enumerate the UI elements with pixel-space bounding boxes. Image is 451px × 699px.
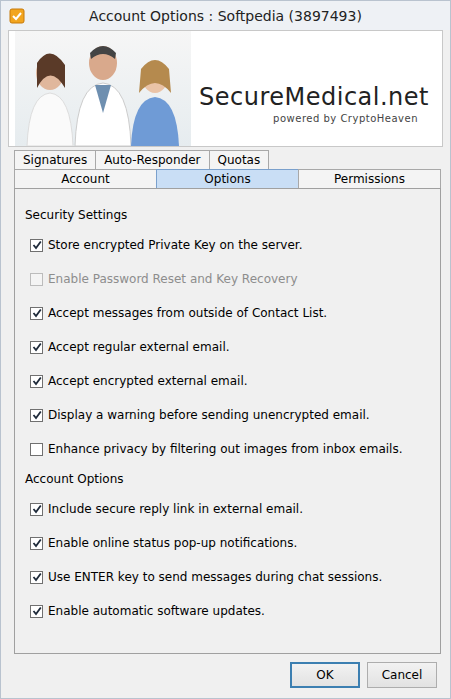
- banner: SecureMedical.net powered by CryptoHeaven: [8, 30, 443, 147]
- check-icon: [32, 240, 42, 250]
- checkbox-label: Accept encrypted external email.: [48, 374, 248, 388]
- check-icon: [32, 308, 42, 318]
- checkbox-label: Enable automatic software updates.: [48, 604, 265, 618]
- check-icon: [32, 572, 42, 582]
- checkbox-row[interactable]: Accept regular external email.: [25, 330, 430, 364]
- checkbox-label: Use ENTER key to send messages during ch…: [48, 570, 382, 584]
- window-title: Account Options : Softpedia (3897493): [25, 8, 450, 24]
- checkbox-row[interactable]: Enable online status pop-up notification…: [25, 526, 430, 560]
- check-icon: [32, 342, 42, 352]
- checkbox-label: Enable online status pop-up notification…: [48, 536, 297, 550]
- brand-logo: SecureMedical.net powered by CryptoHeaven: [191, 31, 442, 146]
- check-icon: [32, 606, 42, 616]
- checkbox-row[interactable]: Store encrypted Private Key on the serve…: [25, 228, 430, 262]
- dialog-window: Account Options : Softpedia (3897493) Sec…: [0, 0, 451, 699]
- checkbox-label: Accept messages from outside of Contact …: [48, 306, 327, 320]
- checkbox[interactable]: [30, 503, 43, 516]
- dialog-button[interactable]: OK: [290, 662, 360, 688]
- button-bar: OK Cancel: [8, 654, 443, 691]
- checkbox[interactable]: [30, 409, 43, 422]
- checkbox[interactable]: [30, 307, 43, 320]
- tab[interactable]: Signatures: [14, 150, 96, 169]
- tab[interactable]: Auto-Responder: [95, 150, 209, 169]
- tab[interactable]: Account: [14, 169, 157, 188]
- tab-row: SignaturesAuto-ResponderQuotas: [14, 150, 441, 169]
- checkbox[interactable]: [30, 571, 43, 584]
- checkbox-label: Enable Password Reset and Key Recovery: [48, 272, 298, 286]
- check-icon: [32, 504, 42, 514]
- checkbox-row[interactable]: Use ENTER key to send messages during ch…: [25, 560, 430, 594]
- check-icon: [32, 376, 42, 386]
- dialog-button[interactable]: Cancel: [367, 662, 437, 688]
- brand-name: SecureMedical.net: [199, 83, 432, 111]
- checkbox-label: Include secure reply link in external em…: [48, 502, 303, 516]
- checkbox[interactable]: [30, 375, 43, 388]
- checkbox-label: Enhance privacy by filtering out images …: [48, 442, 402, 456]
- checkbox-row: Enable Password Reset and Key Recovery: [25, 262, 430, 296]
- checkbox-row[interactable]: Enhance privacy by filtering out images …: [25, 432, 430, 466]
- checkbox-row[interactable]: Accept encrypted external email.: [25, 364, 430, 398]
- checkbox-label: Store encrypted Private Key on the serve…: [48, 238, 302, 252]
- tab[interactable]: Quotas: [209, 150, 270, 169]
- checkbox-label: Display a warning before sending unencry…: [48, 408, 370, 422]
- checkbox-row[interactable]: Accept messages from outside of Contact …: [25, 296, 430, 330]
- check-icon: [32, 410, 42, 420]
- checkbox[interactable]: [30, 537, 43, 550]
- title-bar: Account Options : Softpedia (3897493): [1, 1, 450, 30]
- checkbox-row[interactable]: Enable automatic software updates.: [25, 594, 430, 628]
- checkbox-row[interactable]: Display a warning before sending unencry…: [25, 398, 430, 432]
- section-header: Account Options: [25, 469, 430, 489]
- checkbox: [30, 273, 43, 286]
- checkbox-row[interactable]: Include secure reply link in external em…: [25, 492, 430, 526]
- section-header: Security Settings: [25, 205, 430, 225]
- staff-photo: [15, 31, 191, 146]
- brand-tagline: powered by CryptoHeaven: [199, 113, 432, 124]
- checkbox[interactable]: [30, 605, 43, 618]
- tab[interactable]: Permissions: [298, 169, 441, 188]
- checkbox[interactable]: [30, 341, 43, 354]
- checkbox[interactable]: [30, 443, 43, 456]
- client-area: SecureMedical.net powered by CryptoHeaven…: [8, 30, 443, 691]
- tab-row: AccountOptionsPermissions: [14, 169, 441, 188]
- options-panel: Security Settings Store encrypted Private…: [14, 188, 441, 654]
- tab-strip: SignaturesAuto-ResponderQuotasAccountOpt…: [14, 150, 441, 188]
- tab[interactable]: Options: [156, 169, 299, 188]
- app-icon: [9, 8, 25, 24]
- checkbox[interactable]: [30, 239, 43, 252]
- checkbox-label: Accept regular external email.: [48, 340, 230, 354]
- check-icon: [32, 538, 42, 548]
